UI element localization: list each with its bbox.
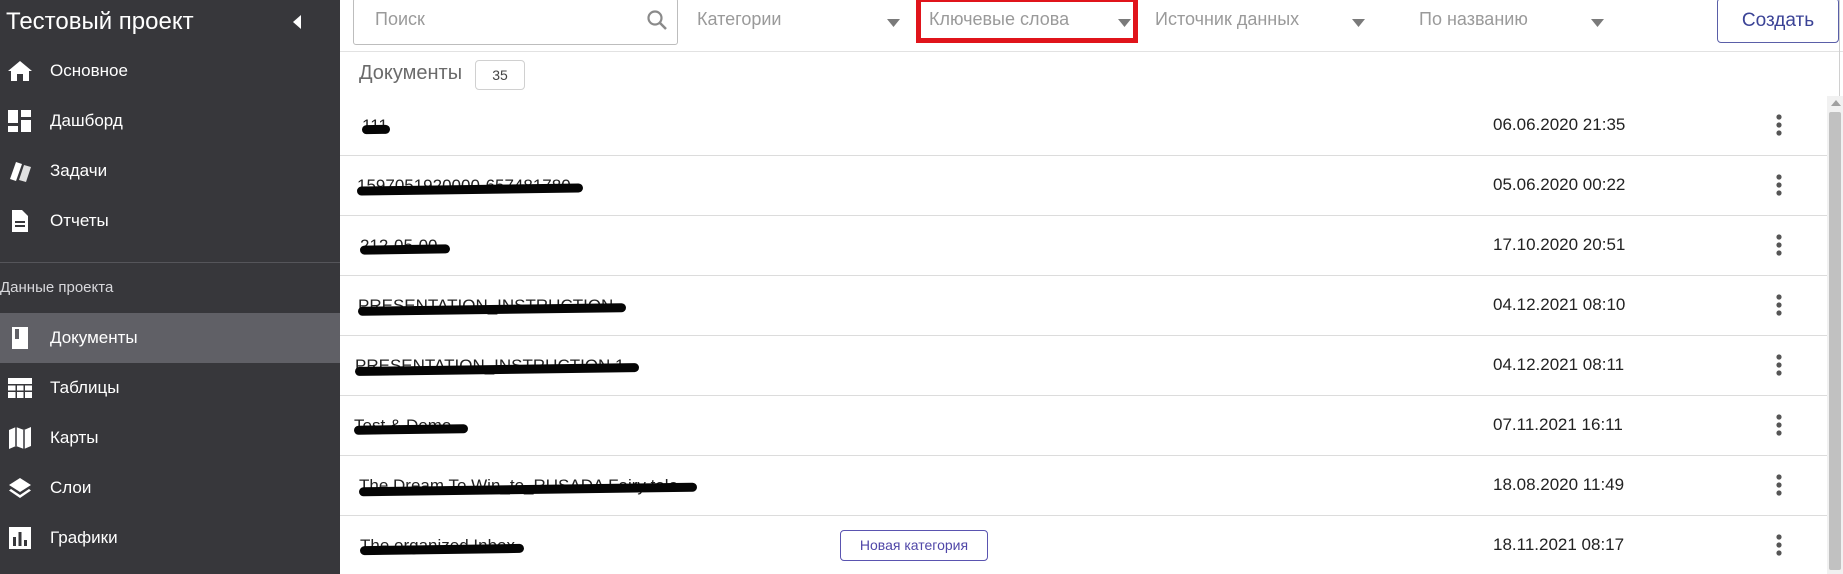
document-name: 111 (361, 116, 391, 136)
document-date: 18.11.2021 08:17 (1493, 535, 1625, 554)
document-name: The organized Inbox (359, 536, 525, 556)
sidebar-item-label: Отчеты (50, 211, 109, 230)
sidebar-item-tasks[interactable]: Задачи (0, 146, 340, 196)
search-box[interactable] (353, 0, 678, 45)
sidebar-item-label: Задачи (50, 161, 108, 180)
chevron-down-icon (1591, 14, 1604, 27)
sidebar-item-label: Карты (50, 428, 99, 447)
document-list: 111 06.06.2020 21:35 1597051920000-65748… (340, 96, 1827, 574)
sidebar-divider (0, 262, 340, 263)
document-icon (7, 209, 33, 233)
table-row[interactable]: 212-05-00 17.10.2020 20:51 (340, 216, 1827, 276)
toolbar: Категории Ключевые слова Источник данных… (340, 0, 1843, 52)
sidebar-item-dashboard[interactable]: Дашборд (0, 96, 340, 146)
document-name: Test & Demo (353, 416, 469, 436)
sidebar-item-tables[interactable]: Таблицы (0, 363, 340, 413)
sidebar-item-label: Графики (50, 528, 118, 547)
keywords-filter[interactable]: Ключевые слова (916, 0, 1138, 43)
home-icon (7, 59, 33, 83)
chevron-down-icon (1352, 14, 1365, 27)
project-title: Тестовый проект (6, 8, 194, 35)
bar-chart-icon (7, 526, 33, 550)
sidebar-item-reports[interactable]: Отчеты (0, 196, 340, 246)
layers-icon (7, 476, 33, 500)
sidebar-item-label: Документы (50, 328, 138, 347)
sidebar-item-main[interactable]: Основное (0, 46, 340, 96)
table-row[interactable]: The Dream To Win_to_RUSADA Fairy tale 18… (340, 456, 1827, 516)
create-button[interactable]: Создать (1717, 0, 1839, 43)
more-vert-icon[interactable] (1774, 292, 1784, 318)
sidebar-item-documents[interactable]: Документы (0, 313, 340, 363)
document-name: The Dream To Win_to_RUSADA Fairy tale (358, 476, 698, 497)
categories-filter[interactable]: Категории (697, 0, 900, 40)
sidebar-item-label: Основное (50, 61, 128, 80)
sidebar: Тестовый проект Основное Дашборд Задачи (0, 0, 340, 574)
table-row[interactable]: PRESENTATION_INSTRUCTION 04.12.2021 08:1… (340, 276, 1827, 336)
data-source-filter[interactable]: Источник данных (1155, 0, 1365, 40)
document-date: 05.06.2020 00:22 (1493, 175, 1626, 194)
document-date: 04.12.2021 08:10 (1493, 295, 1626, 314)
data-source-filter-label: Источник данных (1155, 9, 1300, 29)
document-name: 1597051920000-657481780 (356, 176, 584, 196)
page-title: Документы (359, 62, 463, 84)
section-label: Данные проекта (0, 279, 114, 296)
sidebar-header: Тестовый проект (0, 0, 340, 46)
document-date: 17.10.2020 20:51 (1493, 235, 1626, 254)
sidebar-item-label: Таблицы (50, 378, 120, 397)
sidebar-item-label: Дашборд (50, 111, 123, 130)
more-vert-icon[interactable] (1774, 532, 1784, 558)
categories-filter-label: Категории (697, 9, 782, 29)
table-row[interactable]: PRESENTATION_INSTRUCTION 1 04.12.2021 08… (340, 336, 1827, 396)
sort-filter-label: По названию (1419, 9, 1528, 29)
window-edge (1839, 0, 1840, 96)
sidebar-item-label: Слои (50, 478, 92, 497)
search-icon[interactable] (646, 9, 668, 31)
table-row[interactable]: 1597051920000-657481780 05.06.2020 00:22 (340, 156, 1827, 216)
content-header: Документы 35 (340, 52, 1820, 96)
table-row[interactable]: The organized Inbox Новая категория 18.1… (340, 516, 1827, 574)
chevron-down-icon (887, 14, 900, 27)
more-vert-icon[interactable] (1774, 112, 1784, 138)
collapse-sidebar-icon[interactable] (290, 11, 304, 33)
map-icon (7, 426, 33, 450)
chevron-down-icon (1118, 14, 1131, 27)
table-icon (7, 376, 33, 400)
document-date: 06.06.2020 21:35 (1493, 115, 1626, 134)
dashboard-icon (7, 109, 33, 133)
more-vert-icon[interactable] (1774, 472, 1784, 498)
more-vert-icon[interactable] (1774, 172, 1784, 198)
document-date: 04.12.2021 08:11 (1493, 355, 1625, 374)
document-name: PRESENTATION_INSTRUCTION 1 (354, 356, 640, 376)
table-row[interactable]: 111 06.06.2020 21:35 (340, 96, 1827, 156)
sidebar-item-layers[interactable]: Слои (0, 463, 340, 513)
document-name: 212-05-00 (359, 236, 451, 256)
sidebar-item-maps[interactable]: Карты (0, 413, 340, 463)
search-input[interactable] (373, 7, 613, 31)
tasks-icon (7, 159, 33, 183)
redaction-mark (353, 424, 469, 435)
sidebar-item-charts[interactable]: Графики (0, 513, 340, 563)
more-vert-icon[interactable] (1774, 412, 1784, 438)
scrollbar-thumb[interactable] (1829, 112, 1841, 570)
category-chip[interactable]: Новая категория (840, 530, 988, 561)
sort-filter[interactable]: По названию (1419, 0, 1609, 40)
document-date: 07.11.2021 16:11 (1493, 415, 1623, 434)
vertical-scrollbar[interactable] (1827, 96, 1843, 574)
redaction-mark (361, 124, 391, 135)
more-vert-icon[interactable] (1774, 232, 1784, 258)
scroll-up-icon[interactable] (1831, 100, 1841, 106)
redaction-mark (359, 244, 451, 255)
documents-count-badge: 35 (475, 60, 525, 90)
app-window: Тестовый проект Основное Дашборд Задачи (0, 0, 1843, 574)
keywords-filter-label: Ключевые слова (929, 9, 1070, 29)
document-date: 18.08.2020 11:49 (1493, 475, 1625, 494)
document-name: PRESENTATION_INSTRUCTION (357, 296, 627, 316)
table-row[interactable]: Test & Demo 07.11.2021 16:11 (340, 396, 1827, 456)
book-icon (7, 326, 33, 350)
more-vert-icon[interactable] (1774, 352, 1784, 378)
